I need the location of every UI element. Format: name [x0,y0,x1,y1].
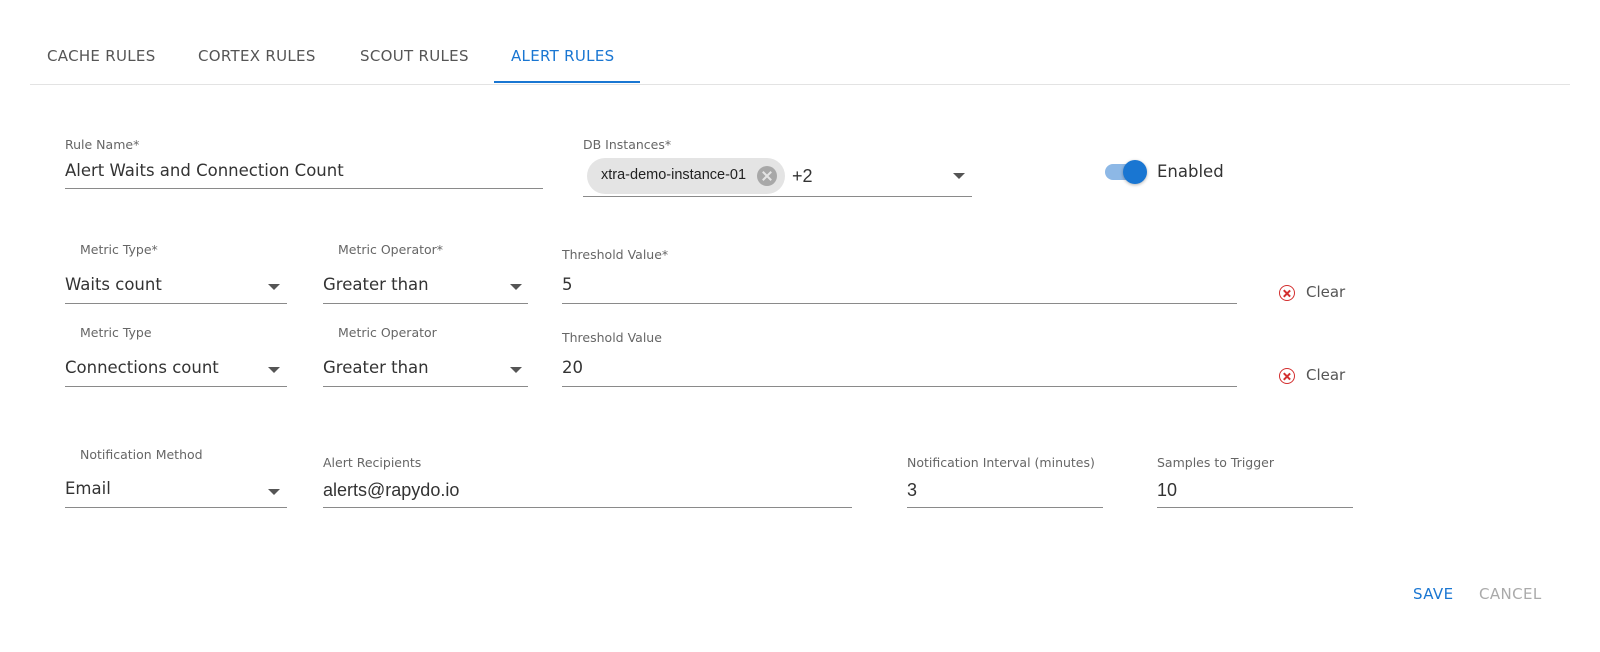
rules-tab-bar [30,0,1570,85]
metric-operator-underline [323,386,528,387]
db-instances-more-count: +2 [792,166,813,186]
tab-scout-rules[interactable]: SCOUT RULES [360,47,469,65]
rule-name-input[interactable]: Alert Waits and Connection Count [65,161,344,180]
clear-icon[interactable] [1279,368,1295,384]
samples-to-trigger-input[interactable]: 10 [1157,480,1177,501]
db-instance-chip-label: xtra-demo-instance-01 [601,167,747,183]
notification-interval-label: Notification Interval (minutes) [907,455,1095,470]
metric-operator-label: Metric Operator [338,325,437,340]
metric-type-underline [65,303,287,304]
rule-name-underline [65,188,543,189]
chevron-down-icon[interactable] [268,284,280,290]
notification-interval-input[interactable]: 3 [907,480,917,501]
cancel-button[interactable]: CANCEL [1479,585,1542,603]
rule-name-label: Rule Name* [65,137,140,152]
chevron-down-icon[interactable] [268,367,280,373]
threshold-value-underline [562,303,1237,304]
db-instances-dropdown-icon[interactable] [953,173,965,179]
threshold-value-label: Threshold Value [562,330,662,345]
active-tab-indicator [494,81,640,83]
metric-operator-underline [323,303,528,304]
db-instances-underline [583,196,972,197]
threshold-value-underline [562,386,1237,387]
metric-type-underline [65,386,287,387]
notification-method-label: Notification Method [80,447,203,462]
notification-method-underline [65,507,287,508]
chip-remove-icon[interactable] [757,166,777,186]
samples-to-trigger-underline [1157,507,1353,508]
chevron-down-icon[interactable] [510,284,522,290]
metric-type-select[interactable]: Connections count [65,358,219,377]
notification-interval-underline [907,507,1103,508]
metric-operator-select[interactable]: Greater than [323,275,429,294]
tab-cache-rules[interactable]: CACHE RULES [47,47,156,65]
save-button[interactable]: SAVE [1413,585,1453,603]
clear-button[interactable]: Clear [1306,366,1345,384]
metric-operator-label: Metric Operator* [338,242,444,257]
alert-recipients-input[interactable]: alerts@rapydo.io [323,480,459,501]
clear-button[interactable]: Clear [1306,283,1345,301]
metric-type-label: Metric Type* [80,242,158,257]
db-instances-label: DB Instances* [583,137,672,152]
chevron-down-icon[interactable] [510,367,522,373]
db-instance-chip[interactable]: xtra-demo-instance-01 [587,158,785,194]
threshold-value-label: Threshold Value* [562,247,669,262]
metric-type-select[interactable]: Waits count [65,275,162,294]
tab-alert-rules[interactable]: ALERT RULES [511,47,614,65]
tab-cortex-rules[interactable]: CORTEX RULES [198,47,316,65]
chevron-down-icon[interactable] [268,489,280,495]
enabled-toggle-thumb[interactable] [1123,160,1147,184]
alert-recipients-label: Alert Recipients [323,455,422,470]
threshold-value-input[interactable]: 5 [562,275,573,294]
enabled-label: Enabled [1157,162,1224,181]
samples-to-trigger-label: Samples to Trigger [1157,455,1274,470]
metric-operator-select[interactable]: Greater than [323,358,429,377]
clear-icon[interactable] [1279,285,1295,301]
threshold-value-input[interactable]: 20 [562,358,583,377]
notification-method-select[interactable]: Email [65,479,111,498]
metric-type-label: Metric Type [80,325,152,340]
alert-recipients-underline [323,507,852,508]
